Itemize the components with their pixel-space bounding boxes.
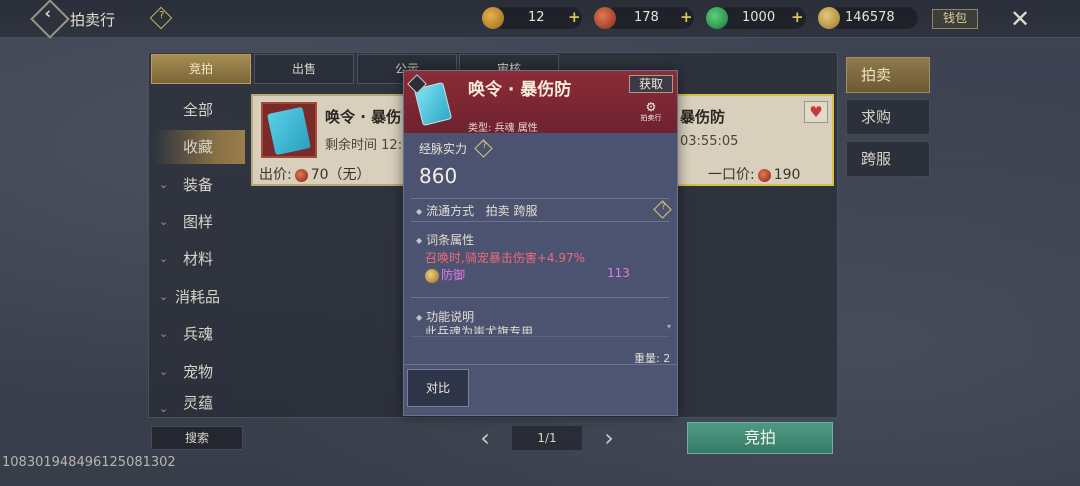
tab-sell[interactable]: 出售	[254, 54, 354, 84]
tab-right-cross-server[interactable]: 跨服	[846, 141, 930, 177]
add-currency-3-button[interactable]: +	[791, 10, 805, 25]
add-currency-2-button[interactable]: +	[680, 10, 694, 25]
chevron-down-icon: ⌄	[159, 252, 169, 265]
acquire-button[interactable]: 获取	[629, 75, 673, 93]
chevron-down-icon: ⌄	[159, 327, 169, 340]
shield-stat-icon	[425, 268, 439, 283]
currency-value-2: 178	[634, 10, 659, 25]
item-remaining: 剩余时间 12:	[325, 138, 403, 153]
chevron-down-icon: ⌄	[159, 178, 169, 191]
add-currency-1-button[interactable]: +	[568, 10, 582, 25]
jade-icon	[706, 7, 728, 29]
divider	[403, 364, 678, 365]
item-scroll-icon	[407, 74, 460, 127]
chevron-down-icon: ⌄	[159, 402, 169, 414]
next-page-icon[interactable]: ›	[596, 424, 622, 452]
divider	[411, 297, 669, 298]
gold-ingot-icon	[482, 7, 504, 29]
favorite-heart-icon[interactable]: ♥	[804, 101, 828, 123]
chevron-down-icon: ⌄	[159, 215, 169, 228]
item-card-1[interactable]: 唤令 · 暴伤 剩余时间 12: 出价: 70（无）	[251, 94, 411, 186]
attr-stat: 防御	[425, 266, 465, 283]
prev-page-icon[interactable]: ‹	[472, 424, 498, 452]
category-weapon-souls[interactable]: ⌄ 兵魂	[155, 317, 245, 351]
bid-button[interactable]: 竞拍	[687, 422, 833, 454]
item-title: 暴伤防	[680, 108, 726, 126]
item-price: 出价: 70（无）	[259, 167, 371, 183]
attr-stat-value: 113	[607, 266, 630, 280]
page-title: 拍卖行	[70, 11, 116, 29]
search-button[interactable]: 搜索	[151, 426, 243, 450]
circulation-row: ◆ 流通方式 拍卖 跨服	[416, 204, 538, 218]
category-favorites[interactable]: 收藏	[155, 130, 245, 164]
gold-leaf-icon	[818, 7, 840, 29]
user-id: 108301948496125081302	[2, 455, 176, 470]
func-section-label: ◆ 功能说明	[416, 310, 475, 324]
func-description: 此兵魂为蚩尤旗专用	[425, 325, 534, 334]
category-consumables[interactable]: ⌄ 消耗品	[155, 280, 245, 314]
red-coin-icon	[757, 168, 771, 182]
popup-header: 唤令 · 暴伤防 获取 ⚙ 拍卖行 类型: 兵魂 属性	[404, 71, 677, 134]
tab-auction[interactable]: 竞拍	[151, 54, 251, 84]
popup-item-type: 类型: 兵魂 属性	[468, 123, 538, 134]
item-icon	[261, 102, 317, 158]
red-coin-icon	[294, 168, 308, 182]
back-button[interactable]: ‹	[30, 0, 70, 39]
category-materials[interactable]: ⌄ 材料	[155, 242, 245, 276]
divider	[411, 198, 669, 199]
category-equipment[interactable]: ⌄ 装备	[155, 168, 245, 202]
scroll-down-icon[interactable]: ▾	[667, 322, 671, 331]
item-title: 唤令 · 暴伤	[325, 108, 402, 126]
currency-value-4: 146578	[845, 10, 895, 25]
item-remaining: 03:55:05	[680, 134, 739, 149]
top-bar: ‹ 拍卖行 ? 12 + 178 + 1000 + 146578 钱包 ✕	[0, 0, 1080, 39]
currency-value-1: 12	[528, 10, 545, 25]
category-patterns[interactable]: ⌄ 图样	[155, 205, 245, 239]
divider	[411, 336, 669, 337]
popup-item-name: 唤令 · 暴伤防	[468, 80, 572, 100]
close-icon[interactable]: ✕	[1005, 4, 1035, 34]
attr-section-label: ◆ 词条属性	[416, 233, 475, 247]
power-value: 860	[419, 164, 458, 188]
back-arrow-icon: ‹	[44, 3, 52, 23]
auction-house-icon: ⚙ 拍卖行	[640, 100, 662, 122]
red-coin-icon	[594, 7, 616, 29]
item-price: 一口价: 190	[708, 167, 801, 183]
category-pets[interactable]: ⌄ 宠物	[155, 355, 245, 389]
chevron-down-icon: ⌄	[159, 290, 169, 303]
category-spirit[interactable]: ⌄ 灵蕴	[155, 392, 245, 414]
page-indicator: 1/1	[512, 426, 582, 450]
compare-button[interactable]: 对比	[407, 369, 469, 407]
power-label: 经脉实力	[419, 142, 468, 156]
chevron-down-icon: ⌄	[159, 365, 169, 378]
category-all[interactable]: 全部	[155, 93, 245, 127]
attr-effect: 召唤时,骑宠暴击伤害+4.97%	[425, 251, 585, 265]
help-icon[interactable]: ?	[149, 6, 173, 30]
divider	[411, 221, 669, 222]
wallet-button[interactable]: 钱包	[932, 9, 978, 29]
tab-right-wanted[interactable]: 求购	[846, 99, 930, 135]
currency-value-3: 1000	[742, 10, 776, 25]
tab-right-auction[interactable]: 拍卖	[846, 57, 930, 93]
